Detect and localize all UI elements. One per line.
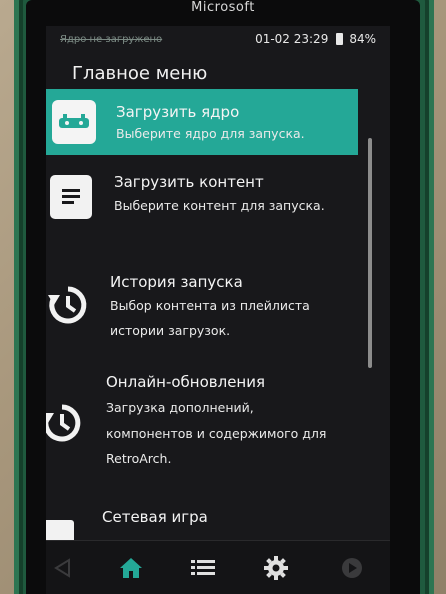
menu-item-desc: Выберите ядро для запуска. [116,126,305,141]
device-brand: Microsoft [191,0,255,15]
play-icon[interactable] [340,557,364,579]
menu-item-desc: Выберите контент для запуска. [114,198,325,213]
menu-item-load-core[interactable]: Загрузить ядро Выберите ядро для запуска… [46,89,358,155]
status-battery: 84% [349,32,376,46]
app-screen: Ядро не загружено 01-02 23:29 84% Главно… [46,26,390,594]
menu-item-load-content[interactable]: Загрузить контент Выберите контент для з… [46,161,358,255]
menu-item-history[interactable]: История запуска Выбор контента из плейли… [46,261,358,355]
bottom-navigation [46,540,390,594]
core-icon [52,100,96,144]
menu-item-desc: Выбор контента из плейлиста [110,298,310,313]
menu-item-desc: RetroArch. [106,451,172,466]
page-title: Главное меню [72,63,208,84]
menu-item-desc: Загрузка дополнений, [106,400,254,415]
home-icon[interactable] [119,557,143,579]
battery-icon [336,33,344,45]
menu-item-title: История запуска [110,273,243,291]
menu-item-title: Загрузить ядро [116,103,240,121]
menu-item-title: Загрузить контент [114,173,264,191]
status-datetime: 01-02 23:29 [255,32,329,46]
menu-item-title: Онлайн-обновления [106,373,266,391]
menu-item-desc: истории загрузок. [110,323,231,338]
settings-icon[interactable] [264,556,288,580]
menu-item-online-updates[interactable]: Онлайн-обновления Загрузка дополнений, к… [46,361,358,487]
update-icon [46,401,84,445]
menu-item-desc: компонентов и содержимого для [106,426,327,441]
back-icon[interactable] [50,557,74,579]
status-bar: Ядро не загружено 01-02 23:29 84% [46,26,390,52]
status-carrier: Ядро не загружено [60,33,163,45]
file-icon [50,175,92,219]
list-icon[interactable] [191,557,215,579]
history-icon [46,283,90,327]
menu-scrollbar[interactable] [368,138,372,368]
menu-item-title: Сетевая игра [102,508,208,526]
